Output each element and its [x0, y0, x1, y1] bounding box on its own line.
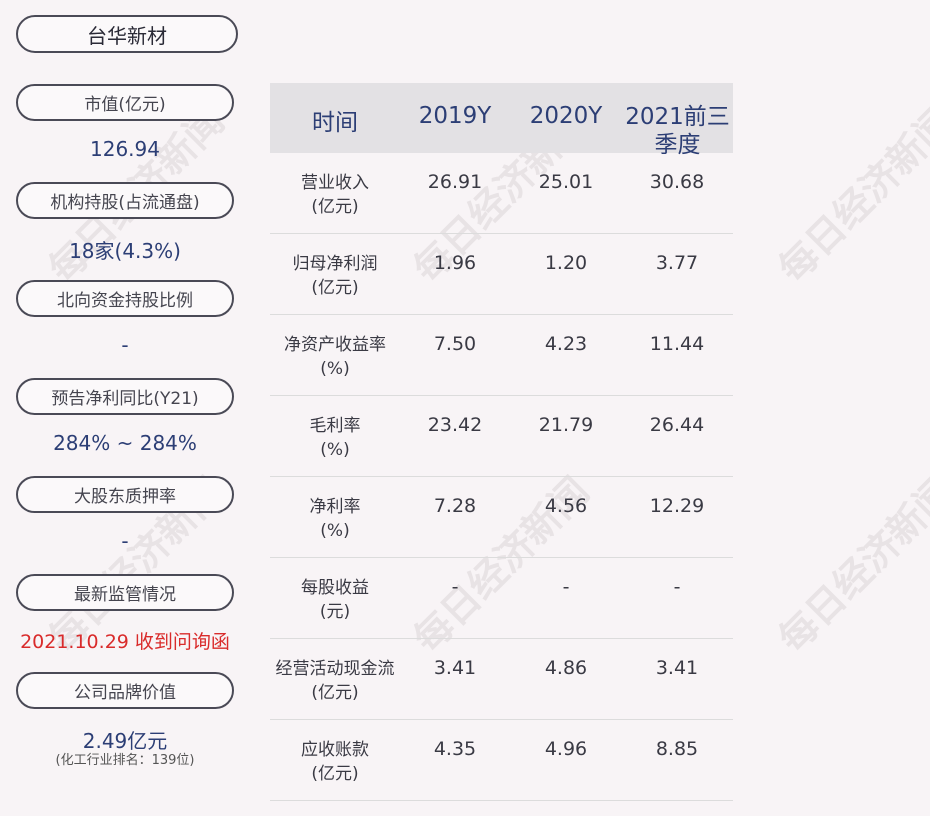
row-label-unit: (%)	[320, 359, 350, 379]
profit-forecast-value: 284% ~ 284%	[53, 431, 197, 455]
row-label-name: 营业收入	[301, 173, 369, 193]
row-value: -	[562, 576, 570, 598]
row-label-name: 归母净利润	[292, 254, 378, 274]
row-value: 23.42	[427, 414, 483, 436]
header-2021-q3: 2021前三季度	[625, 104, 730, 158]
row-label-unit: (%)	[320, 521, 350, 541]
brand-rank-note: (化工行业排名：139位)	[55, 753, 195, 768]
institution-holding-label: 机构持股(占流通盘)	[16, 182, 234, 219]
watermark: 每日经济新闻	[770, 98, 930, 292]
table-row: 净利率 (%) 7.28 4.56 12.29	[270, 477, 733, 558]
pledge-ratio-label: 大股东质押率	[16, 476, 234, 513]
row-value: 4.86	[544, 657, 588, 679]
row-label: 经营活动现金流 (亿元)	[270, 657, 400, 705]
row-value: -	[673, 576, 681, 598]
table-row: 营业收入 (亿元) 26.91 25.01 30.68	[270, 153, 733, 234]
northbound-ratio-label: 北向资金持股比例	[16, 280, 234, 317]
row-value: 12.29	[649, 495, 705, 517]
market-cap-value: 126.94	[90, 137, 160, 161]
watermark: 每日经济新闻	[770, 468, 930, 662]
row-value: 4.56	[544, 495, 588, 517]
row-value: 26.91	[427, 171, 483, 193]
row-label: 营业收入 (亿元)	[270, 171, 400, 219]
table-row: 归母净利润 (亿元) 1.96 1.20 3.77	[270, 234, 733, 315]
row-label-name: 净资产收益率	[284, 335, 386, 355]
northbound-ratio-value: -	[121, 333, 129, 357]
row-label-name: 每股收益	[301, 578, 369, 598]
row-value: 30.68	[649, 171, 705, 193]
row-label-unit: (元)	[319, 602, 351, 622]
row-value: 4.35	[433, 738, 477, 760]
row-value: 1.20	[544, 252, 588, 274]
header-2019: 2019Y	[418, 103, 492, 129]
profit-forecast-label: 预告净利同比(Y21)	[16, 378, 234, 415]
row-label: 毛利率 (%)	[270, 414, 400, 462]
row-value: 26.44	[649, 414, 705, 436]
row-value: 25.01	[538, 171, 594, 193]
regulation-value: 2021.10.29 收到问询函	[20, 631, 230, 653]
row-value: 8.85	[655, 738, 699, 760]
row-value: -	[451, 576, 459, 598]
table-row: 毛利率 (%) 23.42 21.79 26.44	[270, 396, 733, 477]
row-label-name: 应收账款	[301, 740, 369, 760]
row-label: 应收账款 (亿元)	[270, 738, 400, 786]
table-row: 净资产收益率 (%) 7.50 4.23 11.44	[270, 315, 733, 396]
row-label-unit: (亿元)	[311, 764, 359, 784]
row-value: 4.23	[544, 333, 588, 355]
table-row: 每股收益 (元) - - -	[270, 558, 733, 639]
row-value: 3.41	[655, 657, 699, 679]
row-value: 4.96	[544, 738, 588, 760]
row-label-unit: (亿元)	[311, 683, 359, 703]
pledge-ratio-value: -	[121, 529, 129, 553]
market-cap-label: 市值(亿元)	[16, 84, 234, 121]
row-label-unit: (%)	[320, 440, 350, 460]
row-value: 3.41	[433, 657, 477, 679]
row-label-name: 净利率	[309, 497, 361, 517]
row-label-unit: (亿元)	[311, 197, 359, 217]
table-row: 经营活动现金流 (亿元) 3.41 4.86 3.41	[270, 639, 733, 720]
row-label: 净资产收益率 (%)	[270, 333, 400, 381]
row-label: 每股收益 (元)	[270, 576, 400, 624]
row-value: 7.50	[433, 333, 477, 355]
table-row: 应收账款 (亿元) 4.35 4.96 8.85	[270, 720, 733, 801]
header-2020: 2020Y	[529, 103, 603, 129]
header-time: 时间	[312, 110, 358, 136]
row-value: 7.28	[433, 495, 477, 517]
company-name: 台华新材	[16, 15, 238, 53]
row-value: 11.44	[649, 333, 705, 355]
row-label: 归母净利润 (亿元)	[270, 252, 400, 300]
row-label-name: 经营活动现金流	[275, 659, 395, 679]
regulation-label: 最新监管情况	[16, 574, 234, 611]
row-label-name: 毛利率	[309, 416, 361, 436]
row-value: 3.77	[655, 252, 699, 274]
institution-holding-value: 18家(4.3%)	[69, 239, 181, 263]
table-body: 营业收入 (亿元) 26.91 25.01 30.68 归母净利润 (亿元) 1.96 1.20…	[270, 153, 733, 801]
financial-table: 时间 2019Y 2020Y 2021前三季度 营业收入 (亿元) 26.91 25.…	[270, 83, 733, 801]
row-label-unit: (亿元)	[311, 278, 359, 298]
brand-value-label: 公司品牌价值	[16, 672, 234, 709]
row-value: 21.79	[538, 414, 594, 436]
row-label: 净利率 (%)	[270, 495, 400, 543]
table-header: 时间 2019Y 2020Y 2021前三季度	[270, 83, 733, 158]
row-value: 1.96	[433, 252, 477, 274]
